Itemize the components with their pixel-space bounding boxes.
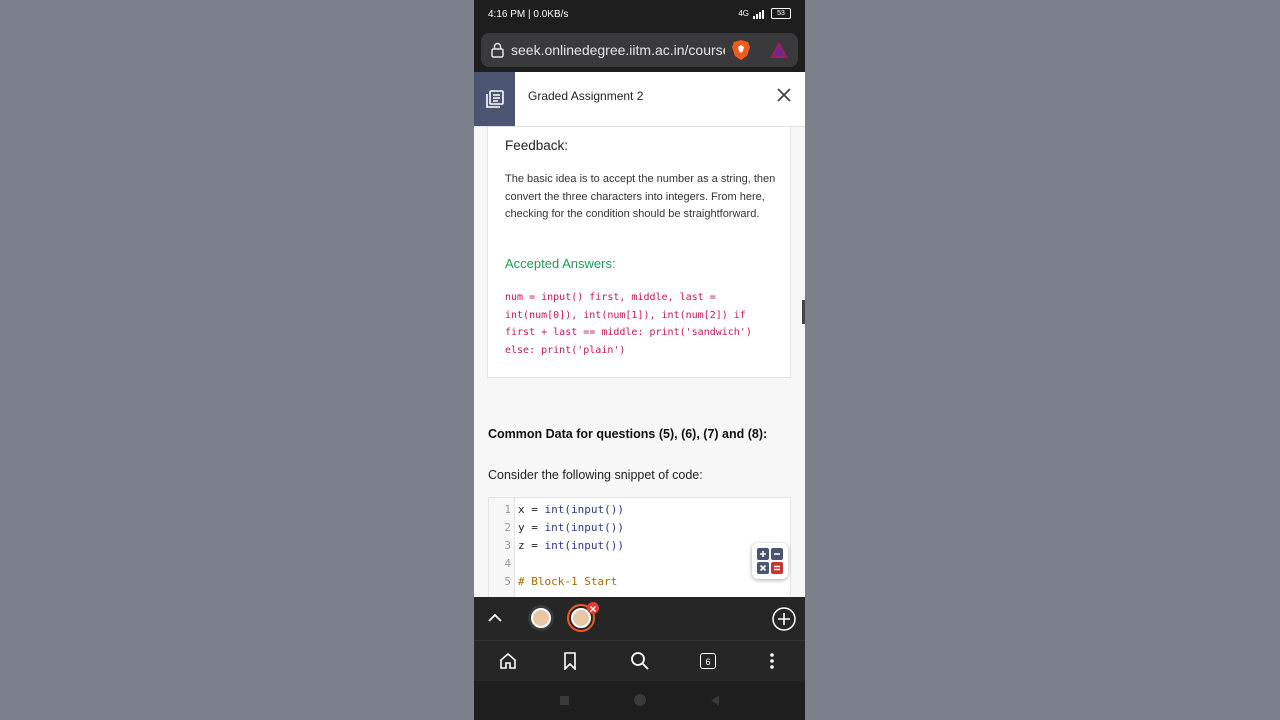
tab-favicon (531, 608, 551, 628)
code-line: z = int(input()) (518, 539, 624, 552)
home-circle-icon[interactable] (634, 694, 646, 706)
search-icon[interactable] (630, 651, 650, 671)
common-data-title: Common Data for questions (5), (6), (7) … (488, 427, 768, 441)
brave-rewards-icon[interactable] (769, 41, 789, 59)
address-bar[interactable]: seek.onlinedegree.iitm.ac.in/courses (481, 33, 798, 67)
line-number: 3 (504, 539, 511, 552)
phone-screen: 4:16 PM | 0.0KB/s 4G 53 seek.onlinedegre… (474, 0, 805, 720)
code-snippet: 1 x = int(input()) 2 y = int(input()) 3 … (488, 497, 791, 597)
status-bar: 4:16 PM | 0.0KB/s 4G 53 (474, 0, 805, 30)
chevron-up-icon[interactable] (488, 613, 502, 623)
url-text[interactable]: seek.onlinedegree.iitm.ac.in/courses (511, 42, 725, 58)
code-var: x = (518, 503, 545, 516)
back-icon[interactable] (710, 695, 720, 706)
code-call: int(input()) (544, 539, 624, 552)
line-number: 5 (504, 575, 511, 588)
line-number: 2 (504, 521, 511, 534)
accepted-answer-code: num = input() first, middle, last = int(… (505, 292, 752, 357)
calculator-button[interactable] (752, 543, 788, 579)
brave-shield-icon[interactable] (731, 39, 751, 61)
assignment-header: Graded Assignment 2 (474, 72, 805, 127)
recents-icon[interactable] (560, 696, 569, 705)
page-title: Graded Assignment 2 (528, 89, 644, 103)
close-tab-button[interactable] (587, 602, 599, 614)
consider-text: Consider the following snippet of code: (488, 468, 703, 482)
new-tab-icon[interactable] (772, 607, 796, 631)
line-number: 4 (504, 557, 511, 570)
status-time: 4:16 PM | 0.0KB/s (488, 9, 569, 20)
browser-bottom-bar: 6 (474, 640, 805, 681)
code-var: z = (518, 539, 545, 552)
status-icons: 4G 53 (738, 8, 791, 19)
feedback-text: The basic idea is to accept the number a… (505, 173, 776, 221)
assignment-content: Feedback: The basic idea is to accept th… (474, 127, 805, 597)
tab-strip (474, 597, 805, 640)
tab-1[interactable] (528, 605, 554, 631)
code-call: int(input()) (544, 503, 624, 516)
close-icon[interactable] (777, 88, 791, 102)
lock-icon (491, 42, 504, 58)
tab-switcher-button[interactable]: 6 (700, 653, 716, 669)
close-icon (590, 606, 596, 612)
browser-toolbar: seek.onlinedegree.iitm.ac.in/courses (474, 30, 805, 72)
line-number: 1 (504, 503, 511, 516)
course-menu-button[interactable] (474, 72, 515, 126)
feedback-heading: Feedback: (505, 138, 569, 153)
more-menu-icon[interactable] (769, 652, 775, 670)
feedback-card: Feedback: The basic idea is to accept th… (487, 127, 791, 378)
network-label: 4G (738, 9, 749, 18)
code-comment: # Block-1 Start (518, 575, 618, 588)
code-line: x = int(input()) (518, 503, 624, 516)
library-icon (485, 90, 504, 108)
accepted-answers-heading: Accepted Answers: (505, 256, 616, 271)
home-icon[interactable] (499, 652, 517, 670)
code-line: y = int(input()) (518, 521, 624, 534)
system-nav-bar (474, 681, 805, 720)
battery-icon: 53 (771, 8, 791, 19)
signal-icon (753, 9, 767, 19)
bookmark-icon[interactable] (563, 652, 577, 670)
scroll-handle[interactable] (802, 300, 805, 324)
code-var: y = (518, 521, 545, 534)
calculator-icon (757, 548, 783, 574)
code-call: int(input()) (544, 521, 624, 534)
